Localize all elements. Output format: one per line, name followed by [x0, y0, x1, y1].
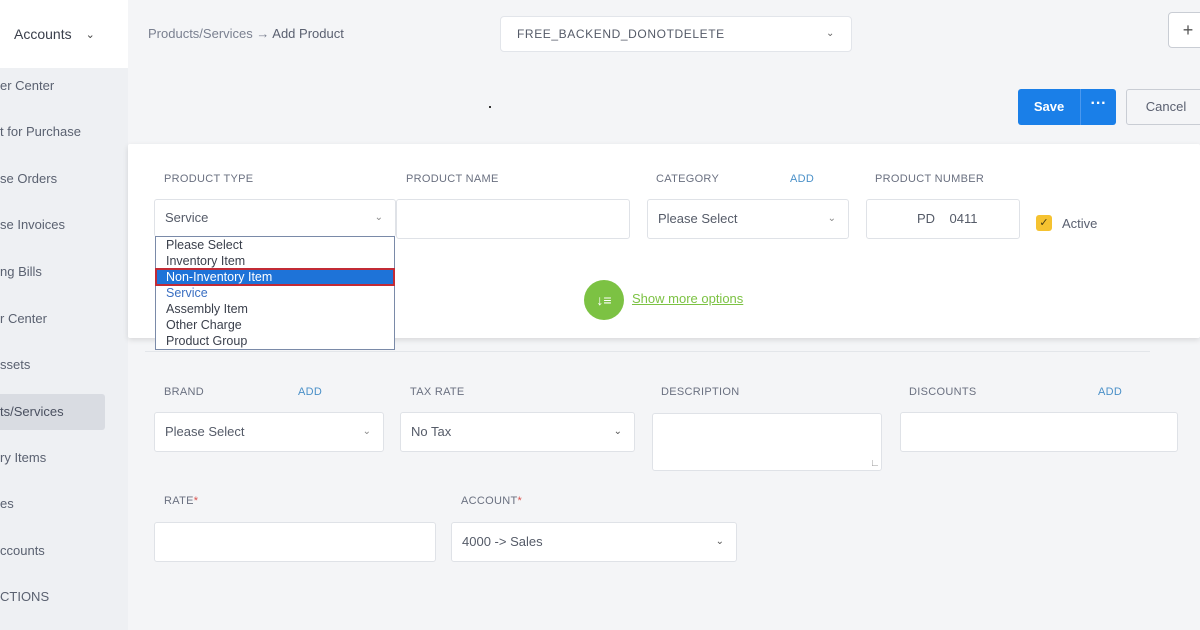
brand-select[interactable]: Please Select ⌄ [154, 412, 384, 452]
tax-rate-label: TAX RATE [410, 386, 465, 398]
sidebar-item-request-for-purchase[interactable]: t for Purchase [0, 114, 128, 150]
tax-rate-select[interactable]: No Tax ⌄ [400, 412, 635, 452]
product-type-option[interactable]: Assembly Item [156, 301, 394, 317]
brand-value: Please Select [165, 424, 245, 439]
category-label: CATEGORY [656, 173, 720, 185]
company-select[interactable]: FREE_BACKEND_DONOTDELETE ⌄ [500, 16, 852, 52]
description-textarea[interactable] [652, 413, 882, 471]
account-value: 4000 -> Sales [462, 534, 543, 549]
breadcrumb: Products/Services → Add Product [148, 26, 344, 41]
accounts-menu-label: Accounts [14, 26, 72, 42]
sidebar-item-customer-center[interactable]: r Center [0, 301, 128, 337]
rate-label: RATE* [164, 495, 198, 507]
more-options-button[interactable]: ··· [1080, 89, 1116, 125]
product-name-input[interactable] [396, 199, 630, 239]
chevron-down-icon: ⌄ [827, 213, 836, 224]
product-type-option-selected[interactable]: Service [156, 285, 394, 301]
category-value: Please Select [658, 211, 738, 226]
active-label: Active [1062, 216, 1098, 231]
product-type-option[interactable]: Inventory Item [156, 253, 394, 269]
account-select[interactable]: 4000 -> Sales ⌄ [451, 522, 737, 562]
product-type-option[interactable]: Please Select [156, 237, 394, 253]
stray-dot [489, 106, 491, 108]
chevron-down-icon: ⌄ [362, 426, 371, 437]
required-mark: * [193, 495, 199, 507]
product-type-value: Service [165, 210, 209, 225]
product-type-option[interactable]: Other Charge [156, 317, 394, 333]
sidebar-item-accounts[interactable]: ccounts [0, 533, 128, 569]
sidebar-item-purchase-invoices[interactable]: se Invoices [0, 207, 128, 243]
breadcrumb-arrow: → [252, 26, 273, 41]
sidebar-item-assets[interactable]: ssets [0, 347, 128, 383]
tax-rate-value: No Tax [411, 424, 452, 439]
save-button[interactable]: Save [1018, 89, 1080, 125]
sidebar-item-transactions[interactable]: CTIONS [0, 579, 128, 615]
resize-handle-icon[interactable]: ∟ [870, 458, 880, 469]
product-name-label: PRODUCT NAME [406, 173, 499, 185]
show-more-options-link[interactable]: Show more options [632, 291, 743, 306]
company-select-value: FREE_BACKEND_DONOTDELETE [517, 27, 725, 41]
discounts-label: DISCOUNTS [909, 386, 977, 398]
add-category-link[interactable]: ADD [790, 173, 814, 185]
discounts-input[interactable] [900, 412, 1178, 452]
category-select[interactable]: Please Select ⌄ [647, 199, 849, 239]
product-type-option-highlighted[interactable]: Non-Inventory Item [155, 268, 395, 286]
top-bar: Products/Services → Add Product FREE_BAC… [128, 0, 1200, 68]
add-new-button[interactable]: + [1168, 12, 1200, 48]
add-brand-link[interactable]: ADD [298, 386, 322, 398]
cancel-button[interactable]: Cancel [1126, 89, 1200, 125]
sidebar-item-sales[interactable]: es [0, 486, 128, 522]
breadcrumb-parent-link[interactable]: Products/Services [148, 26, 253, 41]
add-discount-link[interactable]: ADD [1098, 386, 1122, 398]
chevron-down-icon: ⌄ [374, 212, 383, 223]
required-mark: * [517, 495, 523, 507]
product-number-label: PRODUCT NUMBER [875, 173, 985, 185]
breadcrumb-current: Add Product [272, 26, 344, 41]
product-type-label: PRODUCT TYPE [164, 173, 254, 185]
sidebar-item-pending-bills[interactable]: ng Bills [0, 254, 128, 290]
brand-label: BRAND [164, 386, 205, 398]
show-more-options-icon[interactable]: ↓≡ [584, 280, 624, 320]
sidebar-item-vendor-center[interactable]: er Center [0, 68, 128, 104]
sidebar-item-inventory-items[interactable]: ry Items [0, 440, 128, 476]
sidebar-item-products-services[interactable]: ts/Services [0, 394, 105, 430]
sidebar-item-purchase-orders[interactable]: se Orders [0, 161, 128, 197]
description-label: DESCRIPTION [661, 386, 740, 398]
active-checkbox[interactable]: ✓ [1036, 215, 1052, 231]
chevron-down-icon: ⌄ [85, 28, 95, 41]
product-number-input[interactable]: PD 0411 [866, 199, 1020, 239]
rate-input[interactable] [154, 522, 436, 562]
chevron-down-icon: ⌄ [613, 426, 622, 437]
product-type-dropdown-list: Please Select Inventory Item Non-Invento… [155, 236, 395, 350]
chevron-down-icon: ⌄ [715, 536, 724, 547]
account-label-text: ACCOUNT [461, 495, 518, 507]
chevron-down-icon: ⌄ [826, 28, 835, 39]
product-type-select[interactable]: Service ⌄ [154, 199, 396, 237]
accounts-menu-toggle[interactable]: Accounts ⌄ [0, 0, 128, 68]
account-label: ACCOUNT* [461, 495, 522, 507]
rate-label-text: RATE [164, 495, 194, 507]
product-type-option[interactable]: Product Group [156, 333, 394, 349]
sidebar: Accounts ⌄ er Center t for Purchase se O… [0, 0, 128, 630]
